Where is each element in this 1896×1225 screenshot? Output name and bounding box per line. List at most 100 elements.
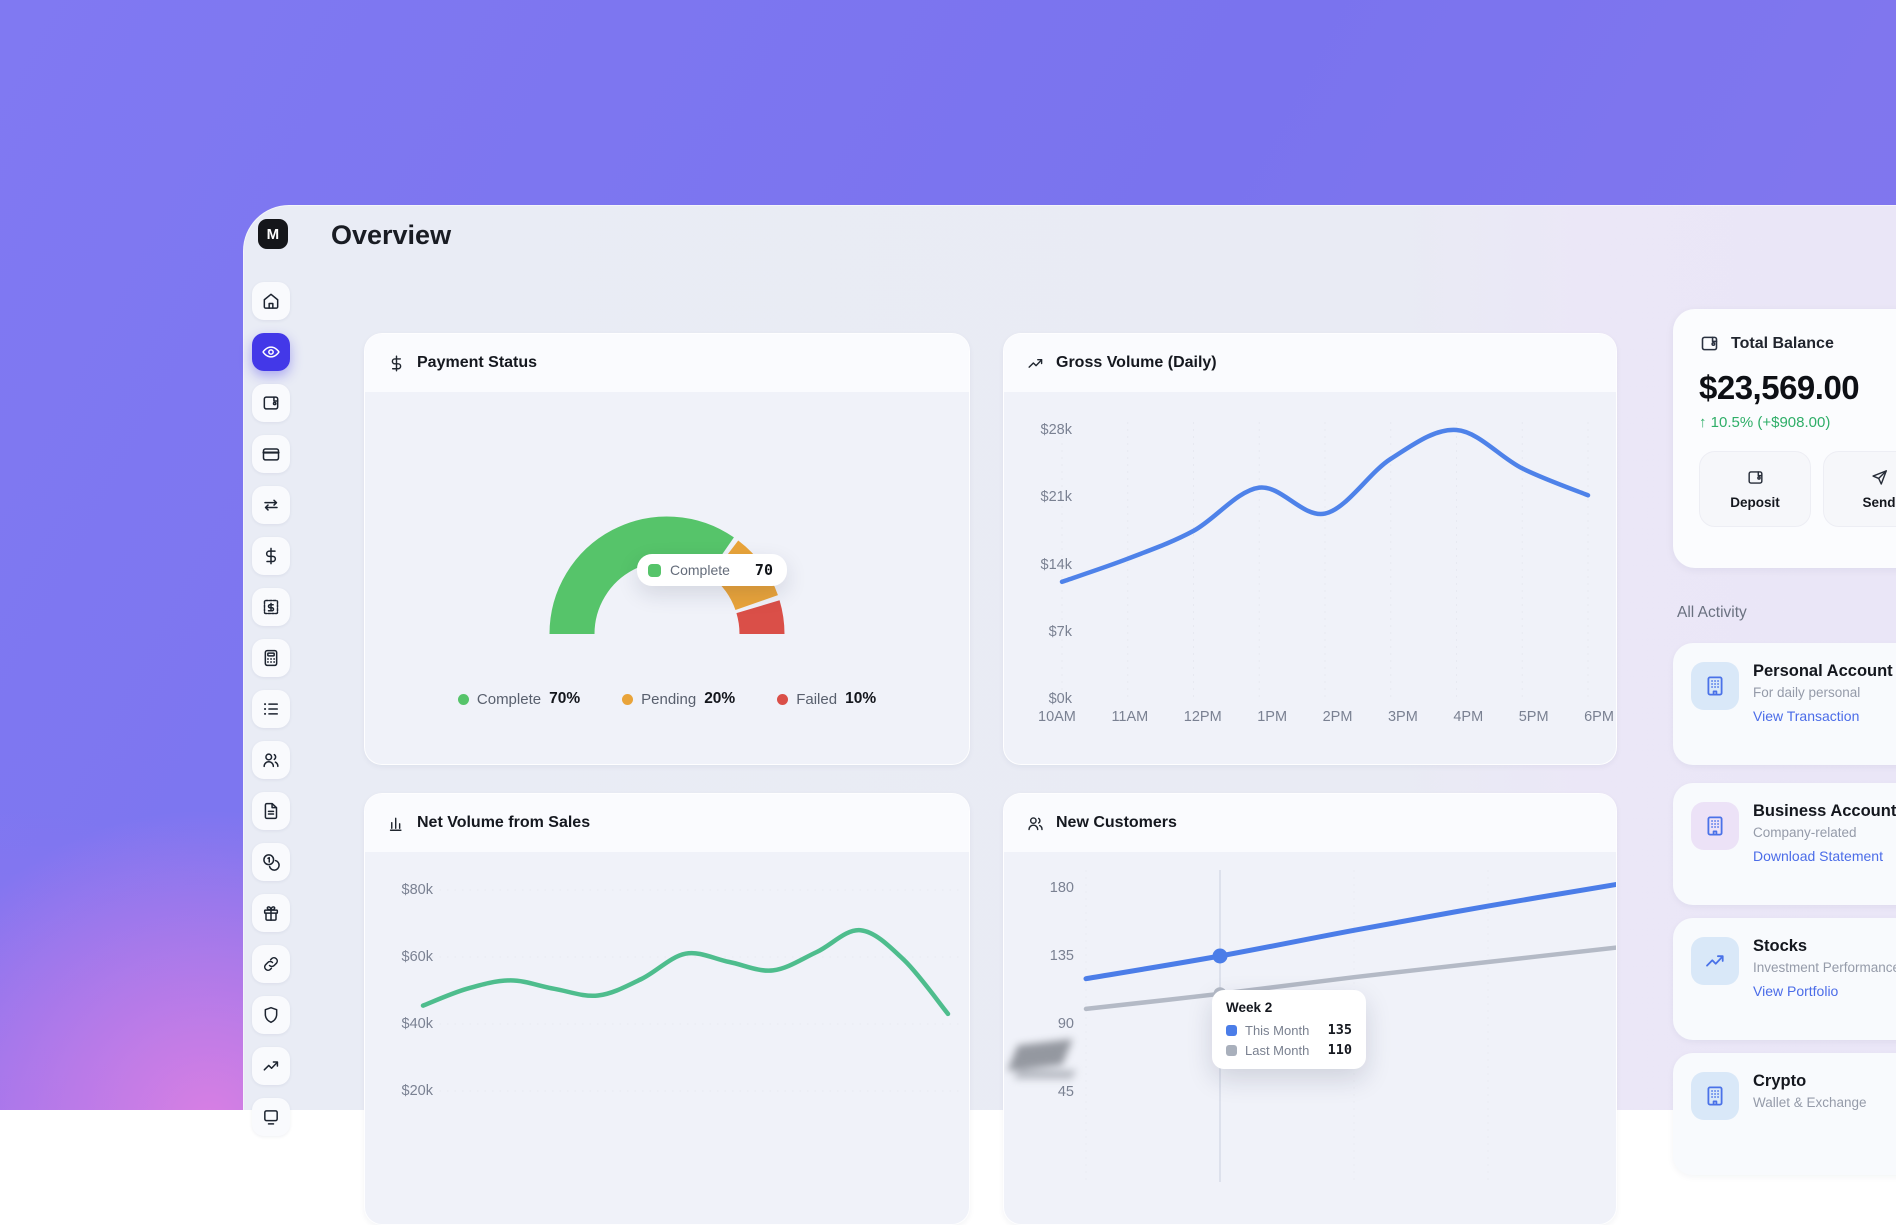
activity-link[interactable]: View Portfolio — [1753, 983, 1896, 999]
tooltip-row: This Month135 — [1226, 1022, 1352, 1038]
sidebar-item-coins[interactable] — [252, 843, 290, 881]
sidebar-item-wallet[interactable] — [252, 384, 290, 422]
gross-volume-card: Gross Volume (Daily) $28k$21k$14k$7k$0k … — [1003, 333, 1617, 765]
activity-item-personal-account[interactable]: Personal Account For daily personal View T… — [1673, 643, 1896, 765]
sidebar-item-dollar[interactable] — [252, 537, 290, 575]
activity-subtitle: Investment Performance — [1753, 960, 1896, 975]
y-axis-labels: $80k$60k$40k$20k — [373, 881, 433, 1100]
bar-chart-icon — [387, 814, 406, 833]
gauge-tooltip-label: Complete — [670, 562, 730, 578]
sidebar-item-file[interactable] — [252, 792, 290, 830]
sidebar-item-receipt[interactable] — [252, 588, 290, 626]
right-panel: Total Balance $23,569.00 ↑ 10.5% (+$908.… — [1673, 206, 1896, 1110]
send-icon — [1870, 468, 1889, 487]
list-icon — [261, 699, 281, 719]
building-icon — [1691, 802, 1739, 850]
sidebar-item-calculator[interactable] — [252, 639, 290, 677]
calculator-icon — [261, 648, 281, 668]
coins-icon — [261, 852, 281, 872]
activity-title: Crypto — [1753, 1072, 1867, 1091]
card-title: Payment Status — [417, 354, 537, 372]
building-icon — [1691, 662, 1739, 710]
net-volume-chart — [365, 852, 969, 1182]
payment-status-header: Payment Status — [365, 334, 969, 392]
activity-link[interactable]: Download Statement — [1753, 848, 1896, 864]
activity-title: Personal Account — [1753, 662, 1893, 681]
gift-icon — [261, 903, 281, 923]
shield-icon — [261, 1005, 281, 1025]
blur-artifact — [1006, 1036, 1086, 1090]
card-title: New Customers — [1056, 814, 1177, 832]
total-balance-change: ↑ 10.5% (+$908.00) — [1699, 414, 1896, 431]
sidebar-item-credit-card[interactable] — [252, 435, 290, 473]
trending-up-icon — [1691, 937, 1739, 985]
building-icon — [1691, 1072, 1739, 1120]
trending-up-icon — [261, 1056, 281, 1076]
sidebar-item-trending-up[interactable] — [252, 1047, 290, 1085]
net-volume-card: Net Volume from Sales $80k$60k$40k$20k — [364, 793, 970, 1225]
send-button[interactable]: Send — [1823, 451, 1896, 527]
activity-title: Stocks — [1753, 937, 1896, 956]
eye-icon — [261, 342, 281, 362]
legend-item: Complete70% — [458, 690, 580, 708]
page-title: Overview — [331, 220, 451, 251]
new-customers-header: New Customers — [1004, 794, 1616, 852]
balance-actions: DepositSend — [1699, 451, 1896, 527]
total-balance-label: Total Balance — [1731, 335, 1834, 353]
sidebar-item-transfer[interactable] — [252, 486, 290, 524]
transfer-icon — [261, 495, 281, 515]
app-window: M Overview Payment Status Complete 70 Co… — [243, 205, 1896, 1110]
users-icon — [1026, 814, 1045, 833]
activity-item-business-account[interactable]: Business Account Company-related Download … — [1673, 783, 1896, 905]
wallet-icon — [1746, 468, 1765, 487]
legend-item: Failed10% — [777, 690, 876, 708]
gauge-tooltip-value: 70 — [755, 561, 773, 579]
card-title: Net Volume from Sales — [417, 814, 590, 832]
users-icon — [261, 750, 281, 770]
wallet-icon — [1699, 333, 1720, 354]
sidebar-item-list[interactable] — [252, 690, 290, 728]
sidebar-item-link[interactable] — [252, 945, 290, 983]
gauge-tooltip: Complete 70 — [637, 554, 787, 586]
card-title: Gross Volume (Daily) — [1056, 354, 1217, 372]
home-icon — [261, 291, 281, 311]
legend-item: Pending20% — [622, 690, 735, 708]
activity-title: Business Account — [1753, 802, 1896, 821]
gauge-tooltip-swatch — [648, 564, 661, 577]
link-icon — [261, 954, 281, 974]
sidebar-item-home[interactable] — [252, 282, 290, 320]
activity-item-crypto[interactable]: Crypto Wallet & Exchange — [1673, 1053, 1896, 1175]
activity-subtitle: For daily personal — [1753, 685, 1893, 700]
sidebar-item-eye[interactable] — [252, 333, 290, 371]
gauge-legend: Complete70% Pending20% Failed10% — [365, 690, 969, 708]
sidebar-item-gift[interactable] — [252, 894, 290, 932]
wallet-icon — [261, 393, 281, 413]
sidebar-item-users[interactable] — [252, 741, 290, 779]
activity-item-stocks[interactable]: Stocks Investment Performance View Portfol… — [1673, 918, 1896, 1040]
all-activity-header: All Activity — [1677, 604, 1747, 622]
tooltip-row: Last Month110 — [1226, 1042, 1352, 1058]
dollar-icon — [387, 354, 406, 373]
chart-tooltip: Week 2 This Month135Last Month110 — [1212, 990, 1366, 1069]
device-icon — [261, 1107, 281, 1127]
dollar-icon — [261, 546, 281, 566]
total-balance-card: Total Balance $23,569.00 ↑ 10.5% (+$908.… — [1673, 309, 1896, 568]
credit-card-icon — [261, 444, 281, 464]
activity-link[interactable]: View Transaction — [1753, 708, 1893, 724]
activity-subtitle: Wallet & Exchange — [1753, 1095, 1867, 1110]
total-balance-amount: $23,569.00 — [1699, 369, 1896, 407]
payment-status-card: Payment Status Complete 70 Complete70% Pe… — [364, 333, 970, 765]
sidebar-item-shield[interactable] — [252, 996, 290, 1034]
deposit-button[interactable]: Deposit — [1699, 451, 1811, 527]
desktop-background: M Overview Payment Status Complete 70 Co… — [0, 0, 1896, 1110]
net-volume-header: Net Volume from Sales — [365, 794, 969, 852]
trending-up-icon — [1026, 354, 1045, 373]
x-axis-labels: 10AM11AM12PM1PM2PM3PM4PM5PM6PM — [1038, 709, 1614, 725]
file-icon — [261, 801, 281, 821]
sidebar-item-device[interactable] — [252, 1098, 290, 1136]
sidebar-nav — [244, 206, 300, 1110]
receipt-icon — [261, 597, 281, 617]
y-axis-labels: $28k$21k$14k$7k$0k — [1012, 421, 1072, 708]
new-customers-card: New Customers 1801359045 Week 2 This Mon… — [1003, 793, 1617, 1225]
activity-subtitle: Company-related — [1753, 825, 1896, 840]
